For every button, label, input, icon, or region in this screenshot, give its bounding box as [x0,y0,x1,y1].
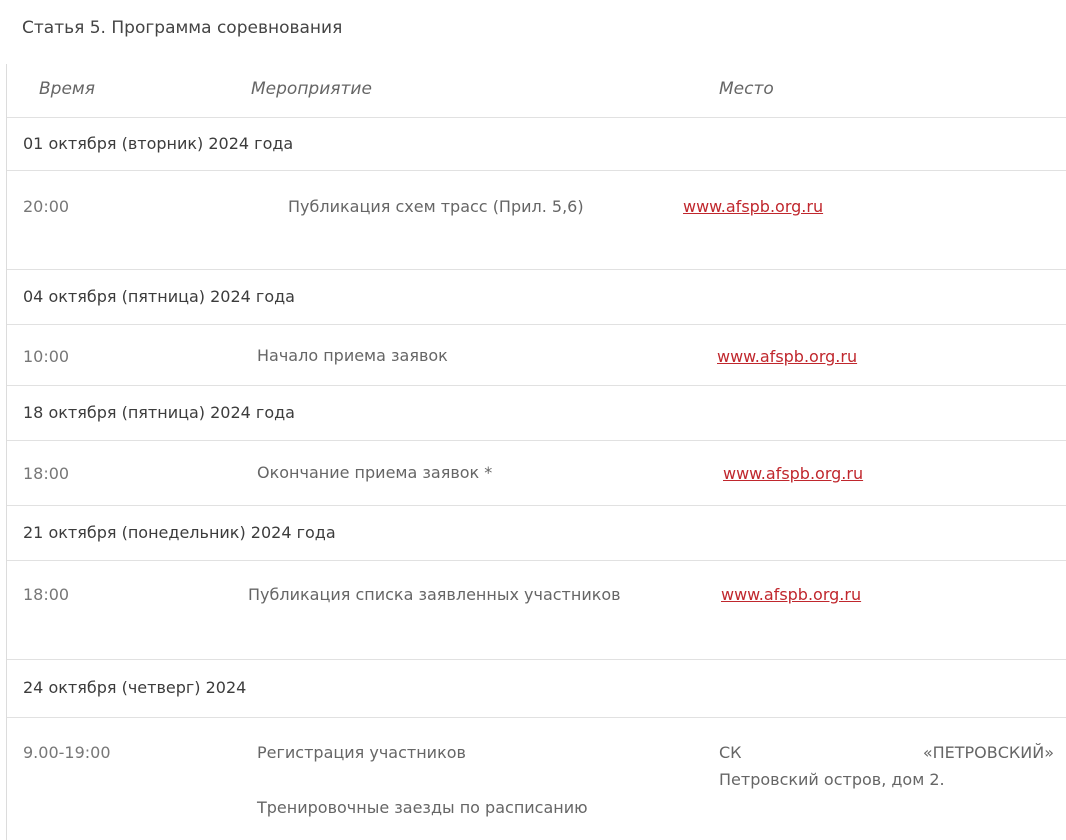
date-label: 04 октября (пятница) 2024 года [23,287,295,306]
schedule-table: Время Мероприятие Место 01 октября (втор… [6,64,1066,840]
table-header-row: Время Мероприятие Место [7,64,1066,118]
place-link[interactable]: www.afspb.org.ru [723,464,863,483]
time-cell: 10:00 [23,347,70,366]
place-cell: СК «ПЕТРОВСКИЙ» Петровский остров, дом 2… [719,739,1054,793]
date-label: 18 октября (пятница) 2024 года [23,403,295,422]
table-row: 10:00 Начало приема заявок www.afspb.org… [7,325,1066,386]
time-cell: 18:00 [23,585,70,604]
event-cell: Публикация списка заявленных участников [248,585,621,604]
date-row: 04 октября (пятница) 2024 года [7,270,1066,325]
place-venue: СК «ПЕТРОВСКИЙ» [719,743,1054,762]
table-row: 9.00-19:00 Регистрация участников Тренир… [7,718,1066,840]
place-address: Петровский остров, дом 2. [719,770,945,789]
table-row: 18:00 Публикация списка заявленных участ… [7,561,1066,660]
date-label: 01 октября (вторник) 2024 года [23,134,294,153]
event-cell: Публикация схем трасс (Прил. 5,6) [288,197,584,216]
date-row: 18 октября (пятница) 2024 года [7,386,1066,441]
time-cell: 18:00 [23,464,70,483]
table-row: 20:00 Публикация схем трасс (Прил. 5,6) … [7,171,1066,270]
event-cell: Окончание приема заявок * [257,463,493,482]
time-cell: 20:00 [23,197,70,216]
event-cell-secondary: Тренировочные заезды по расписанию [257,798,588,817]
place-link[interactable]: www.afspb.org.ru [721,585,861,604]
date-row: 01 октября (вторник) 2024 года [7,118,1066,171]
date-row: 21 октября (понедельник) 2024 года [7,506,1066,561]
article-title: Статья 5. Программа соревнования [22,18,343,38]
event-cell: Начало приема заявок [257,346,448,365]
event-cell: Регистрация участников [257,743,466,762]
column-header-place: Место [719,79,774,99]
date-label: 21 октября (понедельник) 2024 года [23,523,336,542]
date-label: 24 октября (четверг) 2024 [23,678,247,697]
place-link[interactable]: www.afspb.org.ru [717,347,857,366]
date-row: 24 октября (четверг) 2024 [7,660,1066,718]
time-cell: 9.00-19:00 [23,743,111,762]
column-header-time: Время [39,79,95,99]
place-link[interactable]: www.afspb.org.ru [683,197,823,216]
column-header-event: Мероприятие [251,79,372,99]
table-row: 18:00 Окончание приема заявок * www.afsp… [7,441,1066,506]
